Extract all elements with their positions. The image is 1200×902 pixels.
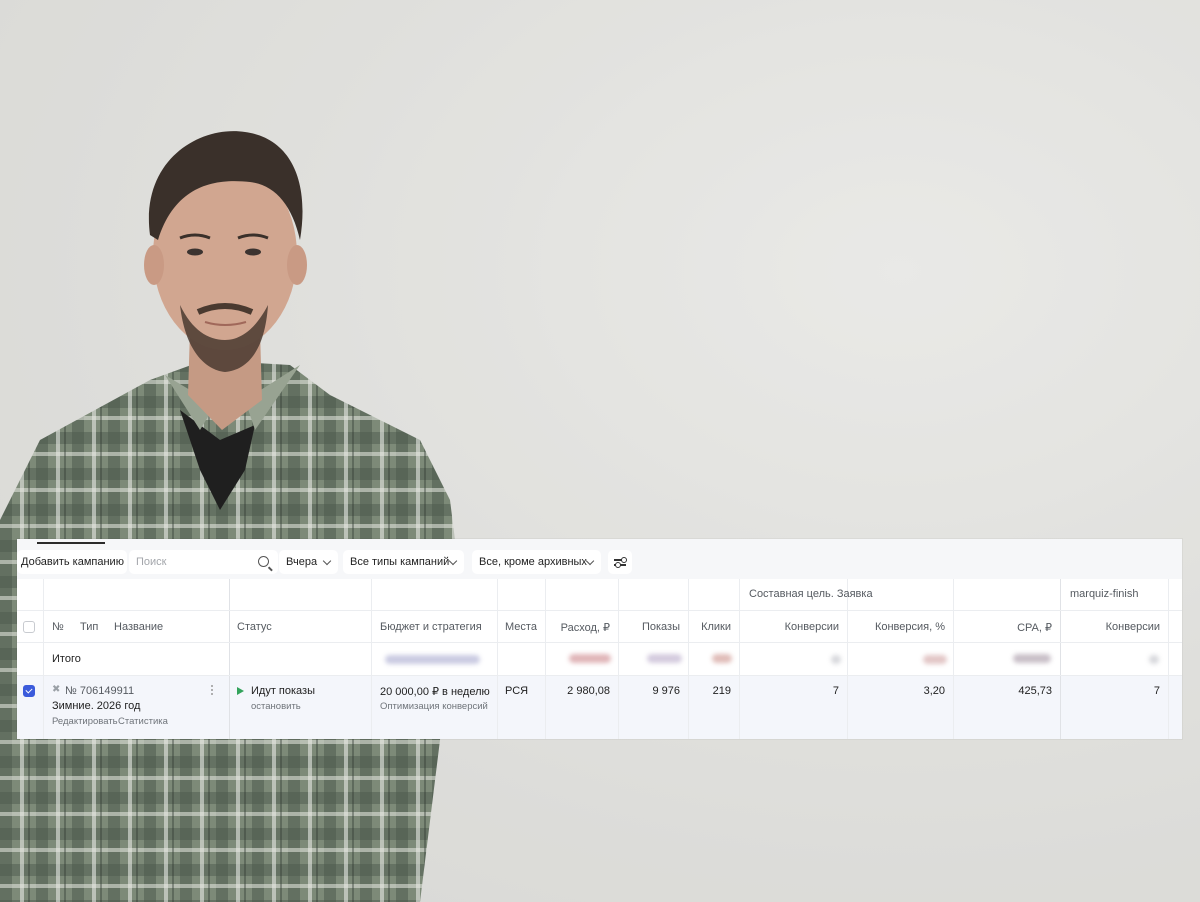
campaign-cpa: 425,73: [1018, 685, 1052, 697]
column-header-conversions-2[interactable]: Конверсии: [1062, 621, 1160, 633]
redacted-value: [831, 655, 841, 664]
statistics-link[interactable]: Статистика: [118, 716, 168, 727]
redacted-value: [923, 655, 947, 664]
archive-filter-dropdown[interactable]: Все, кроме архивных: [472, 550, 601, 574]
add-campaign-button[interactable]: Добавить кампанию: [17, 550, 127, 574]
campaigns-panel: Добавить кампанию Поиск Вчера Все типы к…: [17, 539, 1182, 739]
background-photo: [0, 0, 1200, 902]
column-header-impressions[interactable]: Показы: [620, 621, 680, 633]
column-header-clicks[interactable]: Клики: [690, 621, 731, 633]
campaign-name[interactable]: Зимние. 2026 год: [52, 700, 140, 712]
search-icon[interactable]: [258, 556, 269, 567]
redacted-value: [569, 654, 611, 663]
campaign-clicks: 219: [712, 685, 731, 697]
campaign-strategy: Оптимизация конверсий: [380, 701, 488, 712]
campaign-status: Идут показы: [251, 685, 315, 697]
edit-link[interactable]: Редактировать: [52, 716, 118, 727]
select-all-checkbox[interactable]: [23, 621, 35, 633]
redacted-value: [385, 655, 480, 664]
search-input[interactable]: Поиск: [129, 550, 278, 574]
redacted-value: [1149, 655, 1159, 664]
column-header-budget[interactable]: Бюджет и стратегия: [380, 621, 482, 633]
column-header-type[interactable]: Тип: [80, 621, 98, 633]
active-tab-indicator: [37, 542, 105, 544]
column-header-number[interactable]: №: [52, 621, 64, 633]
play-status-icon: [237, 687, 244, 695]
campaign-id: № 706149911: [65, 685, 135, 697]
chevron-down-icon: [448, 556, 458, 566]
more-options-icon[interactable]: [211, 685, 213, 687]
campaign-conversions: 7: [832, 685, 839, 697]
campaign-types-label: Все типы кампаний: [350, 556, 450, 568]
campaign-budget: 20 000,00 ₽ в неделю: [380, 686, 490, 698]
period-label: Вчера: [286, 556, 318, 568]
redacted-value: [647, 654, 682, 663]
toolbar: Добавить кампанию Поиск Вчера Все типы к…: [17, 550, 1182, 574]
redacted-value: [1013, 654, 1051, 663]
campaigns-table: Составная цель. Заявка marquiz-finish № …: [17, 579, 1182, 739]
campaign-impressions: 9 976: [652, 685, 680, 697]
column-header-name[interactable]: Название: [114, 621, 163, 633]
period-dropdown[interactable]: Вчера: [279, 550, 338, 574]
campaign-conversion-rate: 3,20: [923, 685, 945, 697]
search-placeholder: Поиск: [136, 556, 167, 568]
total-row-label: Итого: [52, 653, 81, 665]
campaign-type-icon: ✖: [52, 684, 61, 695]
campaign-row-checkbox[interactable]: [23, 685, 35, 697]
campaign-conversions-2: 7: [1153, 685, 1160, 697]
group-header-marquiz: marquiz-finish: [1070, 588, 1139, 600]
chevron-down-icon: [585, 556, 595, 566]
archive-filter-label: Все, кроме архивных: [479, 556, 587, 568]
redacted-value: [712, 654, 732, 663]
campaign-places: РСЯ: [505, 685, 529, 697]
campaign-types-dropdown[interactable]: Все типы кампаний: [343, 550, 464, 574]
stop-link[interactable]: остановить: [251, 701, 301, 712]
column-header-places[interactable]: Места: [505, 621, 537, 633]
campaign-spend: 2 980,08: [567, 685, 610, 697]
column-header-conversion-rate[interactable]: Конверсия, %: [849, 621, 945, 633]
column-settings-button[interactable]: [608, 550, 632, 574]
column-header-spend[interactable]: Расход, ₽: [547, 621, 610, 634]
column-header-conversions[interactable]: Конверсии: [741, 621, 839, 633]
group-header-composite-goal: Составная цель. Заявка: [749, 588, 873, 600]
column-header-status[interactable]: Статус: [237, 621, 272, 633]
chevron-down-icon: [322, 556, 332, 566]
column-header-cpa[interactable]: CPA, ₽: [955, 621, 1052, 634]
